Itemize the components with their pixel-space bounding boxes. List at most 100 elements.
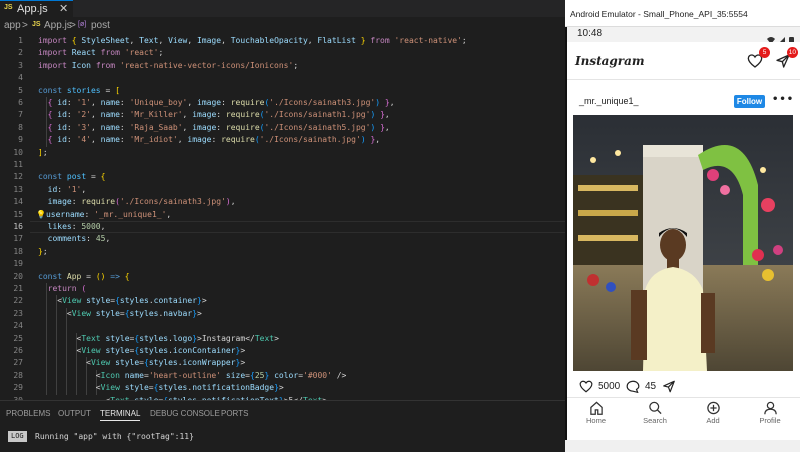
code-line[interactable]: comments: 45, (38, 233, 111, 245)
line-number: 6 (18, 98, 23, 107)
nav-home-label: Home (585, 416, 606, 425)
breadcrumb: app > JS App.js > [ø] post (0, 19, 565, 33)
breadcrumb-file[interactable]: App.js (44, 20, 72, 31)
line-number: 11 (13, 160, 23, 169)
line-number: 9 (18, 135, 23, 145)
phone-screen[interactable]: 10:48 Instagram 5 10 _mr._unique1_ Follo… (565, 27, 800, 440)
comment-icon[interactable] (626, 380, 640, 393)
code-line[interactable]: { id: '1', name: 'Unique_boy', image: re… (38, 97, 395, 109)
line-number: 22 (13, 296, 23, 306)
post-actions: 5000 45 (567, 375, 800, 397)
likes-count: 5000 (598, 381, 621, 392)
line-number: 20 (13, 271, 23, 281)
nav-search-label: Search (643, 416, 667, 425)
log-badge: LOG (8, 431, 27, 442)
code-line[interactable]: { id: '4', name: 'Mr_idiot', image: requ… (38, 134, 380, 146)
code-line[interactable]: <View style={styles.notificationBadge}> (38, 382, 284, 394)
line-number: 3 (18, 60, 23, 70)
line-number: 29 (13, 383, 23, 393)
code-line[interactable]: likes: 5000, (38, 221, 106, 233)
code-line[interactable]: return ( (38, 283, 87, 295)
nav-add[interactable]: Add (691, 401, 735, 429)
nav-search[interactable]: Search (633, 401, 677, 429)
code-line[interactable]: import Icon from 'react-native-vector-ic… (38, 60, 298, 72)
line-number: 18 (13, 246, 23, 256)
code-line[interactable]: <Icon name='heart-outline' size={25} col… (38, 370, 347, 382)
profile-icon (763, 401, 777, 415)
status-time: 10:48 (577, 28, 603, 39)
code-line[interactable]: const stories = [ (38, 85, 120, 97)
instagram-logo: Instagram (575, 54, 645, 68)
code-line[interactable]: { id: '2', name: 'Mr_Killer', image: req… (38, 109, 390, 121)
close-icon[interactable]: ✕ (59, 2, 68, 15)
emulator-frame-bottom (565, 440, 800, 452)
app-navbar: Instagram 5 10 (567, 42, 800, 80)
status-bar: 10:48 (567, 27, 800, 45)
android-emulator-window: Android Emulator - Small_Phone_API_35:55… (565, 0, 800, 452)
emulator-title-bar[interactable]: Android Emulator - Small_Phone_API_35:55… (565, 0, 800, 27)
add-icon (706, 401, 720, 415)
emulator-title: Android Emulator - Small_Phone_API_35:55… (570, 9, 748, 19)
heart-icon[interactable]: 5 (747, 47, 770, 69)
line-number: 16 (13, 222, 23, 231)
tab-terminal[interactable]: TERMINAL (100, 409, 141, 421)
breadcrumb-symbol[interactable]: post (91, 20, 110, 31)
code-line[interactable]: const App = () => { (38, 271, 130, 283)
line-number: 5 (18, 85, 23, 95)
more-options-icon[interactable]: ••• (772, 94, 794, 105)
like-icon[interactable] (579, 380, 593, 393)
line-number: 21 (13, 284, 23, 293)
code-line[interactable]: }; (38, 246, 48, 258)
line-number: 14 (13, 197, 23, 207)
code-line[interactable]: <View style={styles.navbar}> (38, 308, 202, 320)
line-number: 4 (18, 73, 23, 83)
tab-ports[interactable]: PORTS (221, 409, 248, 418)
code-line[interactable]: import React from 'react'; (38, 47, 163, 59)
nav-home[interactable]: Home (574, 401, 618, 429)
line-number: 28 (13, 370, 23, 380)
tab-app-js[interactable]: JS App.js ✕ (0, 0, 73, 17)
nav-profile[interactable]: Profile (748, 401, 792, 429)
post-username[interactable]: _mr._unique1_ (579, 96, 639, 106)
bottom-nav: Home Search Add Profile (567, 397, 800, 427)
nav-add-label: Add (706, 416, 720, 425)
line-number: 8 (18, 122, 23, 132)
comments-count: 45 (645, 381, 657, 392)
post-image[interactable] (573, 115, 793, 371)
chevron-right-icon: > (22, 20, 28, 31)
terminal-output: Running "app" with {"rootTag":11} (35, 432, 194, 441)
editor-tab-bar: JS App.js ✕ (0, 0, 565, 17)
line-number: 7 (18, 110, 23, 120)
javascript-file-icon: JS (32, 21, 41, 28)
tab-problems[interactable]: PROBLEMS (6, 409, 50, 418)
line-number: 27 (13, 358, 23, 368)
code-line[interactable]: ]; (38, 147, 48, 159)
follow-button[interactable]: Follow (734, 95, 765, 108)
tab-output[interactable]: OUTPUT (58, 409, 91, 418)
line-number: 12 (13, 172, 23, 182)
line-number: 26 (13, 346, 23, 355)
line-number: 15 (13, 209, 23, 219)
code-line[interactable]: id: '1', (38, 184, 87, 196)
code-line[interactable]: <View style={styles.iconWrapper}> (38, 357, 245, 369)
code-line[interactable]: <Text style={styles.logo}>Instagram</Tex… (38, 333, 279, 345)
send-icon[interactable]: 10 (775, 47, 798, 69)
line-number: 2 (18, 48, 23, 58)
line-number: 1 (18, 36, 23, 45)
code-line[interactable]: <View style={styles.iconContainer}> (38, 345, 246, 357)
breadcrumb-folder[interactable]: app (4, 20, 21, 31)
nav-profile-label: Profile (759, 416, 781, 425)
javascript-file-icon: JS (4, 4, 13, 11)
code-line[interactable]: { id: '3', name: 'Raja_Saab', image: req… (38, 122, 390, 134)
code-line[interactable]: import { StyleSheet, Text, View, Image, … (38, 35, 467, 47)
tab-debug-console[interactable]: DEBUG CONSOLE (150, 409, 220, 418)
line-number: 25 (13, 333, 23, 343)
code-line[interactable]: const post = { (38, 171, 105, 183)
code-line[interactable]: 💡username: '_mr._unique1_', (36, 209, 171, 221)
code-line[interactable]: <View style={styles.container}> (38, 295, 206, 307)
code-editor[interactable]: 1 import { StyleSheet, Text, View, Image,… (0, 34, 565, 400)
line-number: 10 (13, 147, 23, 157)
share-icon[interactable] (662, 380, 676, 393)
code-line[interactable]: image: require('./Icons/sainath3.jpg'), (38, 196, 236, 208)
line-number: 17 (13, 234, 23, 244)
